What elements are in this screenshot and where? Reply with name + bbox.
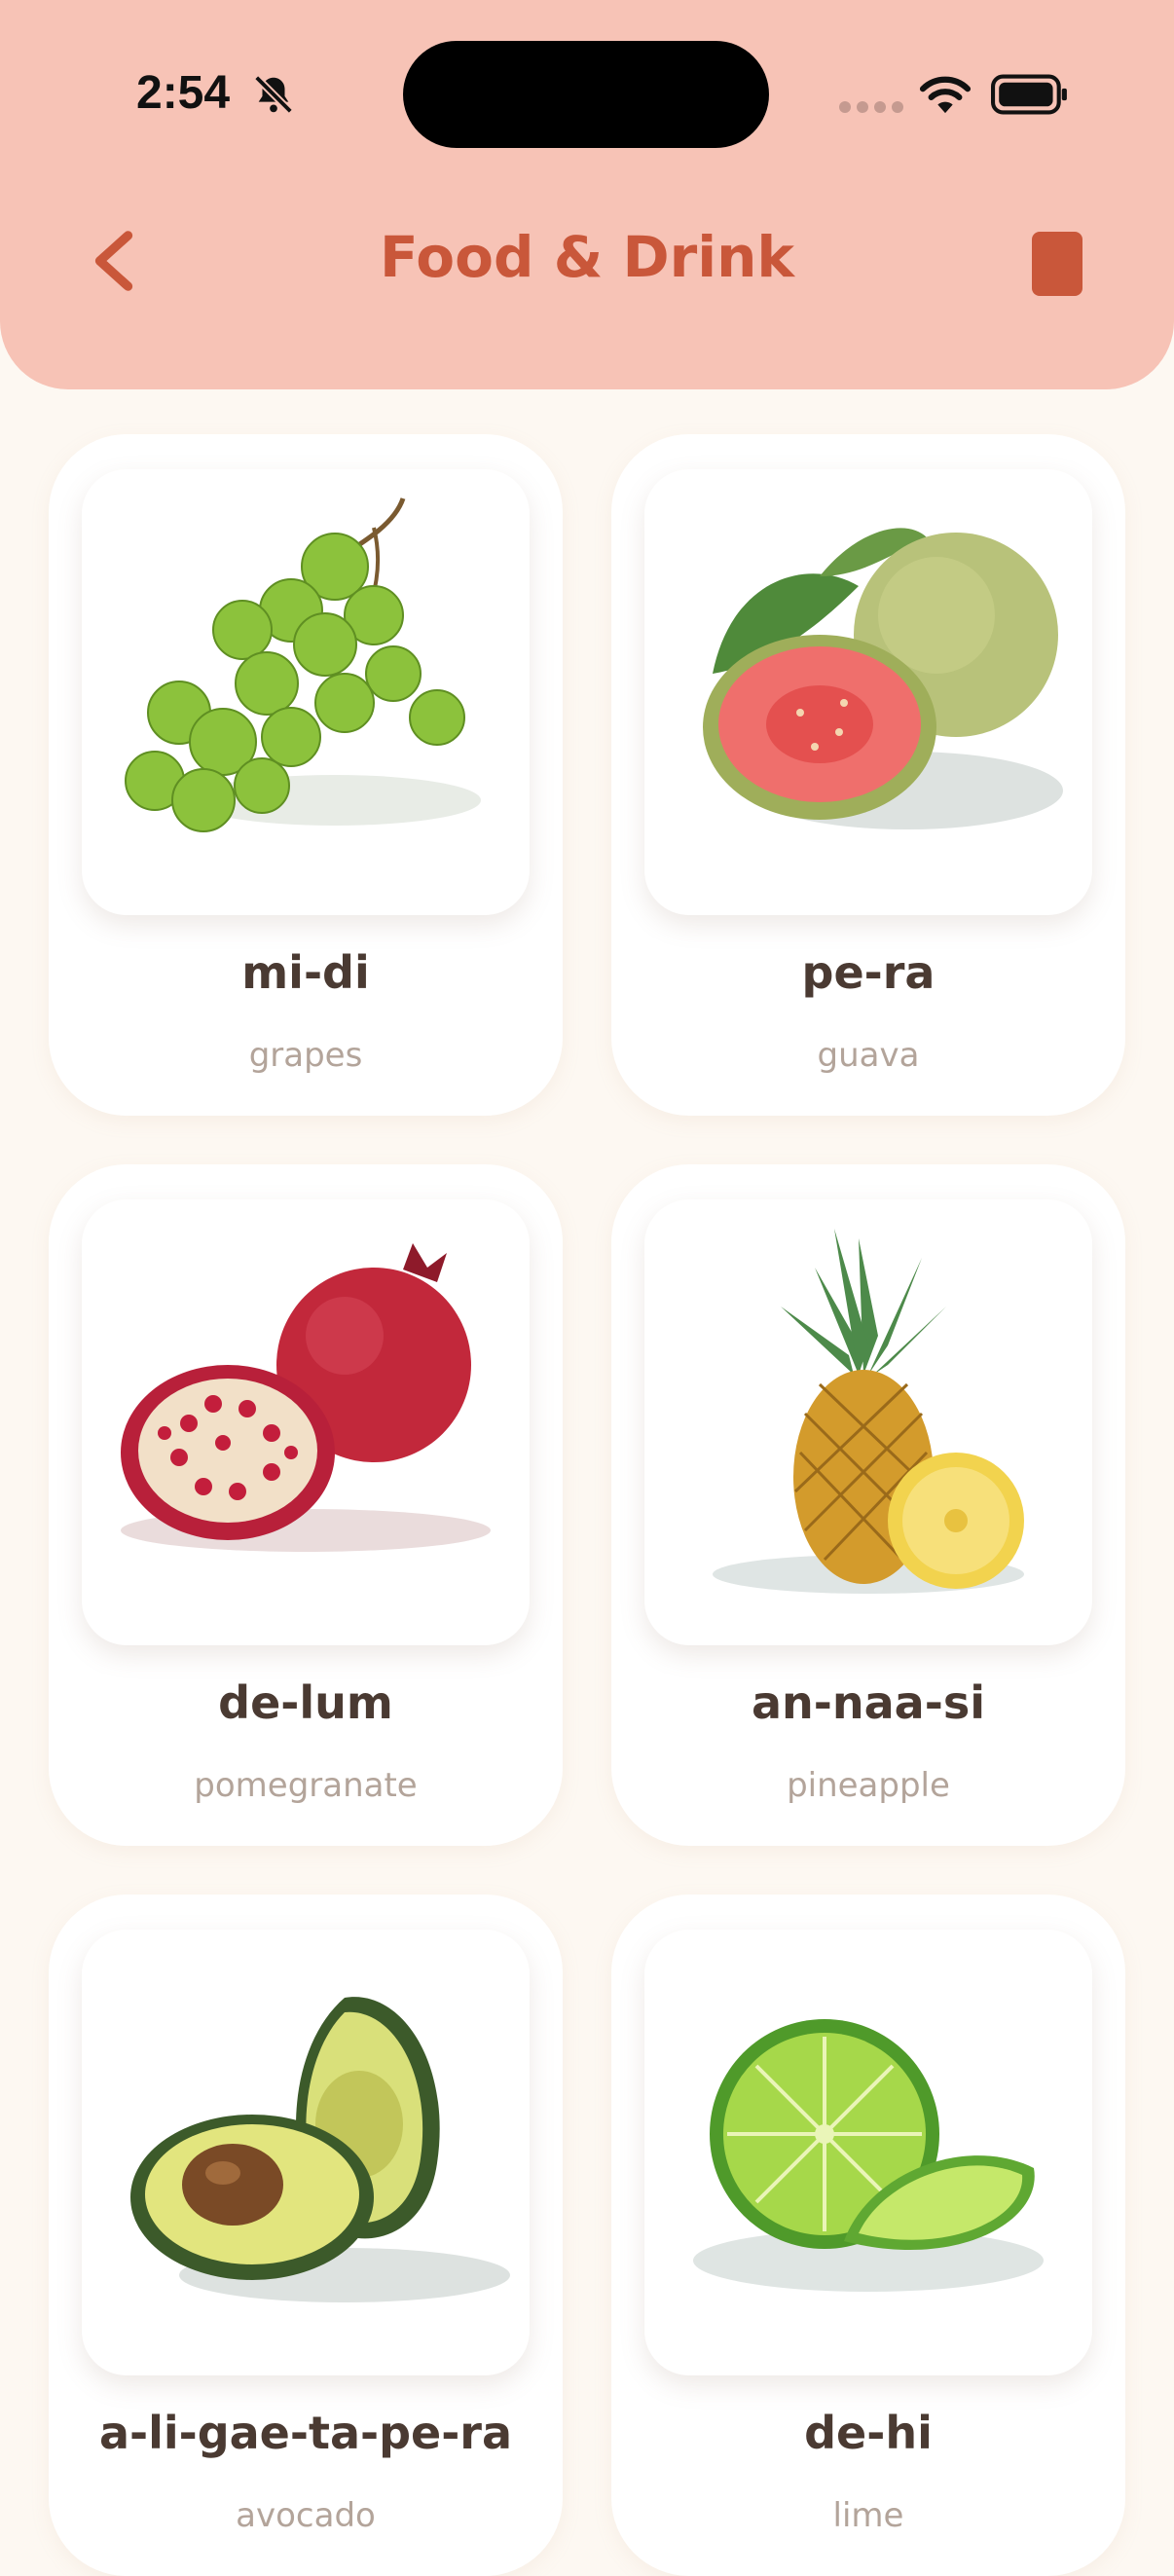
avocado-icon	[130, 1997, 510, 2302]
grapes-icon	[125, 497, 481, 832]
stop-button[interactable]	[1032, 232, 1082, 296]
card-image-pineapple	[644, 1199, 1092, 1645]
cellular-signal-icon	[839, 101, 903, 113]
status-time: 2:54	[136, 67, 231, 119]
vocab-card-grapes[interactable]: mi-di grapes	[49, 434, 563, 1116]
card-translation: pomegranate	[194, 1766, 418, 1805]
battery-icon	[991, 74, 1067, 115]
card-image-pomegranate	[82, 1199, 530, 1645]
vocab-card-pineapple[interactable]: an-naa-si pineapple	[611, 1164, 1125, 1846]
wifi-icon	[919, 76, 972, 114]
card-word: mi-di	[241, 946, 370, 999]
bell-slash-icon	[254, 75, 293, 114]
vocab-card-guava[interactable]: pe-ra guava	[611, 434, 1125, 1116]
card-translation: grapes	[248, 1036, 363, 1075]
pineapple-icon	[713, 1229, 1024, 1594]
pomegranate-icon	[121, 1243, 491, 1552]
card-image-grapes	[82, 469, 530, 915]
card-translation: lime	[832, 2496, 904, 2535]
card-word: de-lum	[218, 1676, 393, 1729]
card-translation: avocado	[236, 2496, 376, 2535]
card-word: a-li-gae-ta-pe-ra	[98, 2407, 513, 2459]
card-image-avocado	[82, 1930, 530, 2375]
lime-icon	[693, 2019, 1044, 2292]
card-word: de-hi	[804, 2407, 933, 2459]
card-image-lime	[644, 1930, 1092, 2375]
card-word: an-naa-si	[752, 1676, 985, 1729]
vocab-card-avocado[interactable]: a-li-gae-ta-pe-ra avocado	[49, 1895, 563, 2576]
card-translation: pineapple	[787, 1766, 950, 1805]
card-word: pe-ra	[801, 946, 936, 999]
vocab-card-lime[interactable]: de-hi lime	[611, 1895, 1125, 2576]
page-title: Food & Drink	[380, 224, 794, 290]
header: 2:54 Food & Drink	[0, 0, 1174, 389]
card-image-guava	[644, 469, 1092, 915]
vocab-card-pomegranate[interactable]: de-lum pomegranate	[49, 1164, 563, 1846]
card-translation: guava	[817, 1036, 920, 1075]
dynamic-island	[403, 41, 769, 148]
guava-icon	[703, 528, 1063, 829]
card-grid: mi-di grapes pe-ra guava de-lum pomegran…	[49, 434, 1125, 2576]
